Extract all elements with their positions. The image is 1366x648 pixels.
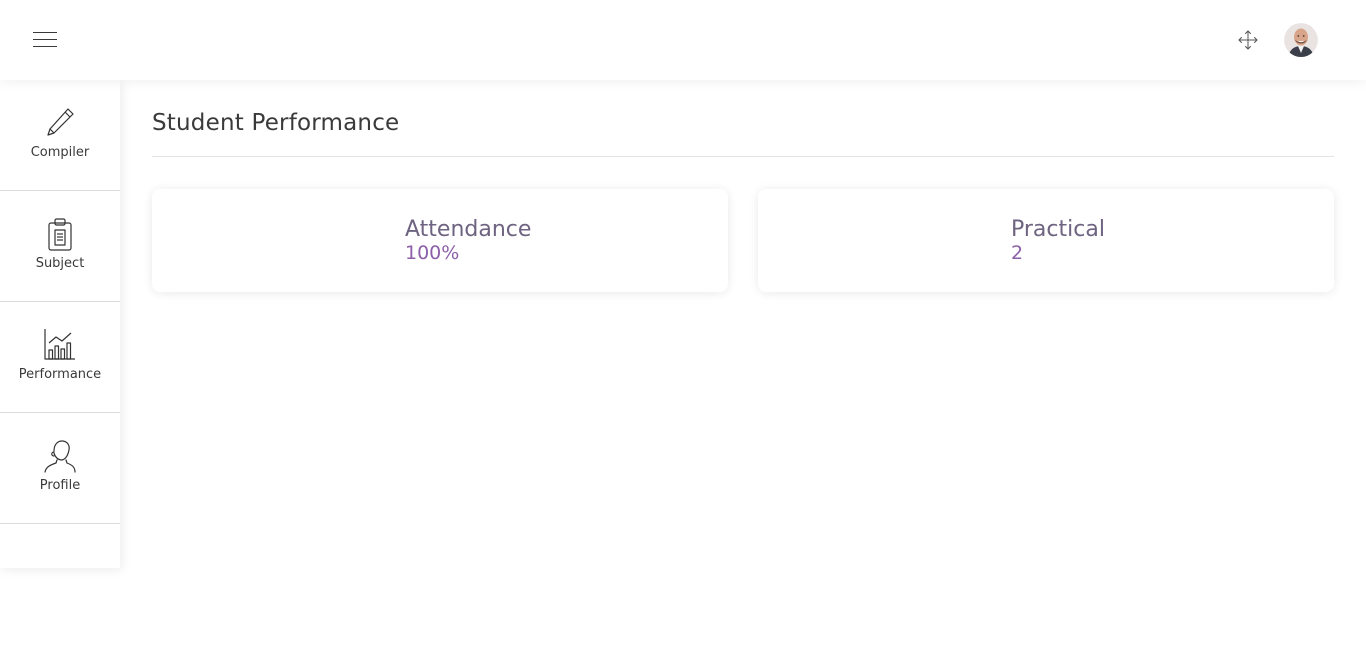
sidebar-item-subject[interactable]: Subject xyxy=(0,191,120,302)
user-icon xyxy=(44,439,76,473)
clipboard-icon xyxy=(44,217,76,251)
pencil-icon xyxy=(44,106,76,140)
bar-chart-icon xyxy=(44,328,76,362)
sidebar-item-label: Subject xyxy=(35,256,85,271)
practical-card-value: 2 xyxy=(1011,242,1024,264)
top-bar xyxy=(0,0,1366,80)
hamburger-menu-icon[interactable] xyxy=(33,32,57,48)
fullscreen-arrows-icon[interactable] xyxy=(1236,28,1260,52)
attendance-card: Attendance 100% xyxy=(152,189,728,292)
sidebar-item-label: Profile xyxy=(39,478,81,493)
sidebar-item-profile[interactable]: Profile xyxy=(0,413,120,524)
sidebar: Compiler Subject Performance Profile xyxy=(0,80,120,568)
user-avatar[interactable] xyxy=(1284,23,1318,57)
attendance-card-value: 100% xyxy=(405,242,460,264)
sidebar-item-compiler[interactable]: Compiler xyxy=(0,80,120,191)
page-title: Student Performance xyxy=(152,110,400,136)
practical-card: Practical 2 xyxy=(758,189,1334,292)
title-divider xyxy=(152,156,1334,157)
practical-card-title: Practical xyxy=(1011,217,1105,242)
attendance-card-title: Attendance xyxy=(405,217,532,242)
sidebar-item-label: Compiler xyxy=(30,145,90,160)
sidebar-item-performance[interactable]: Performance xyxy=(0,302,120,413)
sidebar-item-label: Performance xyxy=(18,367,102,382)
